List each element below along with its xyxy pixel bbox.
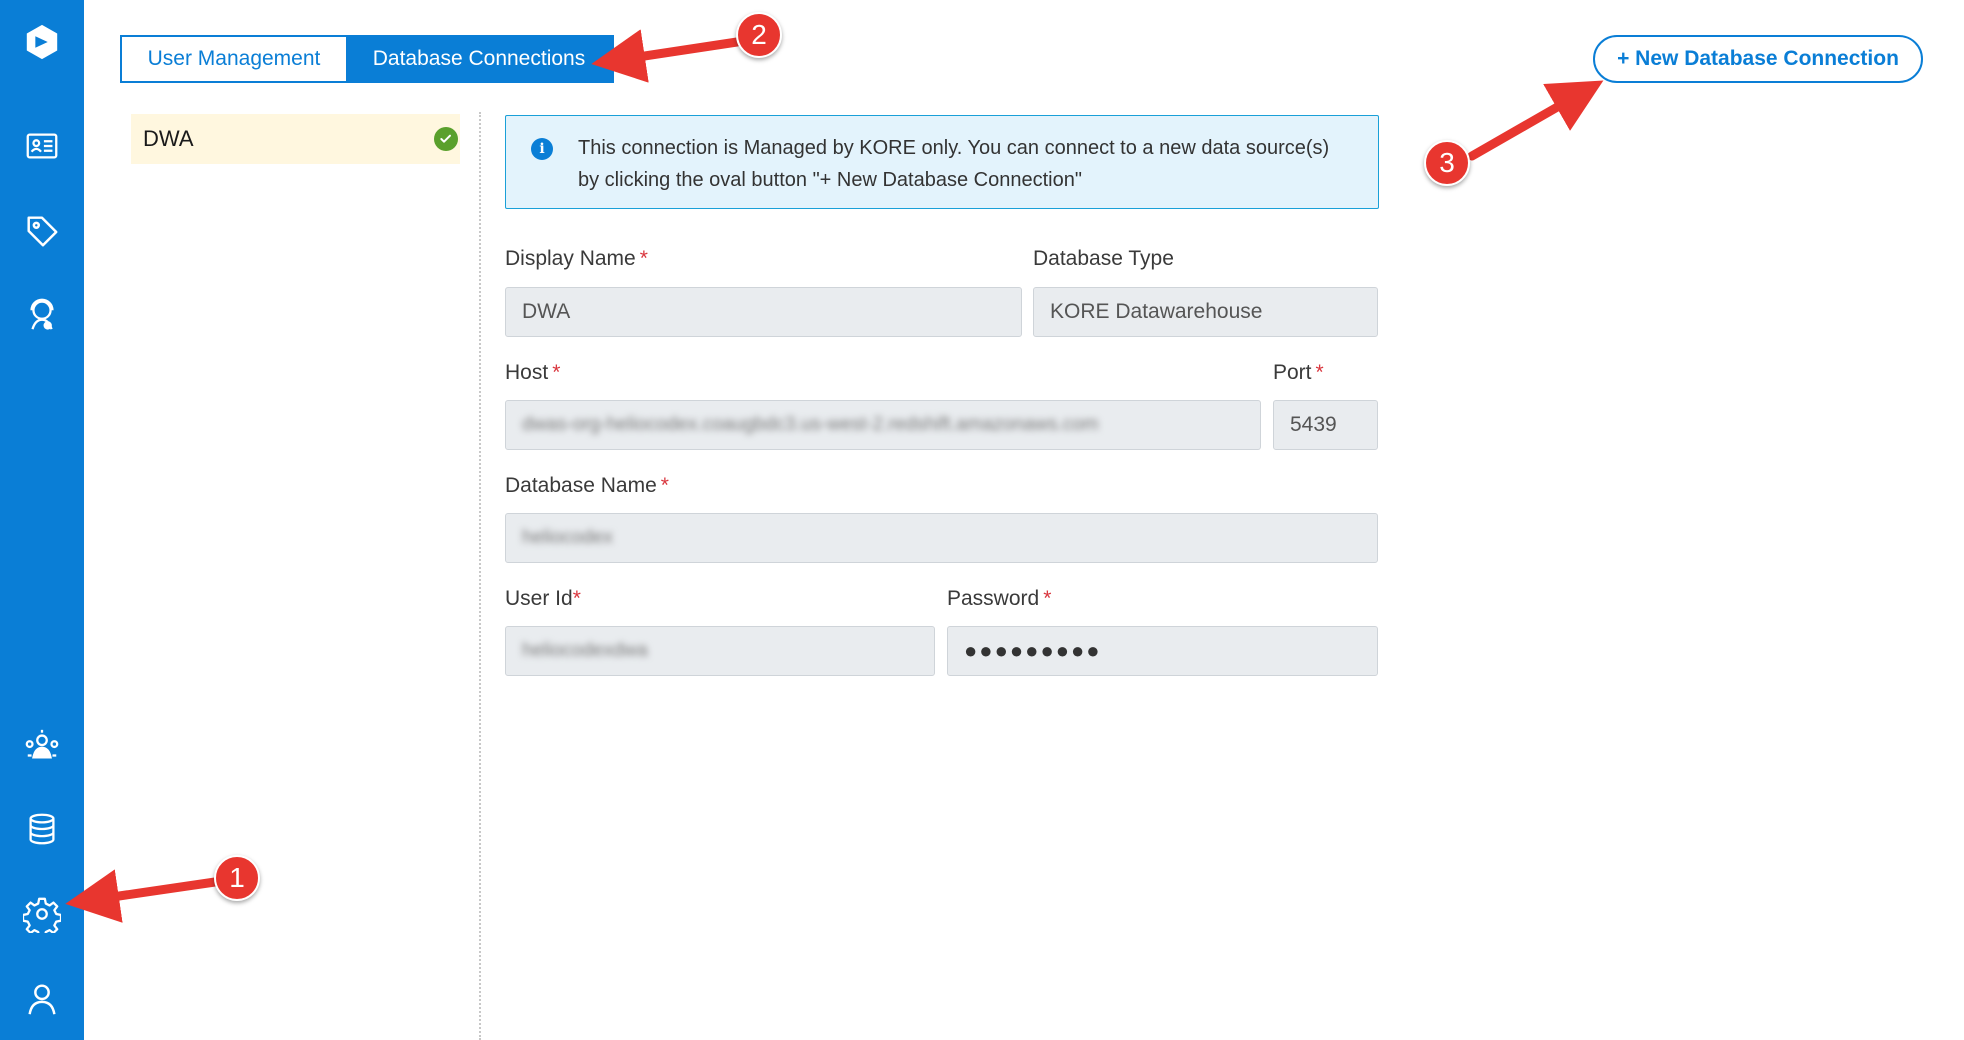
annotation-arrow-3 [1467,80,1604,161]
user-id-field[interactable]: heliocodexdwa [505,626,935,676]
user-icon[interactable] [18,975,66,1023]
display-name-label: Display Name * [505,247,648,270]
support-agent-icon[interactable] [18,290,66,338]
host-label: Host * [505,361,561,384]
contact-card-icon[interactable] [18,122,66,170]
gear-icon[interactable] [18,890,66,938]
annotation-arrow-2 [591,29,742,83]
tag-icon[interactable] [18,207,66,255]
database-type-label: Database Type [1033,247,1174,270]
logo-icon[interactable] [18,18,66,66]
tab-user-management[interactable]: User Management [122,37,346,81]
port-label: Port * [1273,361,1324,384]
sidebar [0,0,84,1040]
database-icon[interactable] [18,805,66,853]
annotation-arrow-1 [65,869,220,923]
panel-divider [479,112,481,1040]
database-name-field[interactable]: heliocodex [505,513,1378,563]
database-type-field[interactable]: KORE Datawarehouse [1033,287,1378,337]
annotation-badge-2: 2 [736,12,782,58]
password-field[interactable]: ●●●●●●●●● [947,626,1378,676]
annotation-badge-3: 3 [1424,140,1470,186]
tab-bar: User Management Database Connections [120,35,614,83]
host-field[interactable]: dwas-org-heliocodex.coaugbdc3.us-west-2.… [505,400,1261,450]
password-label: Password * [947,587,1052,610]
team-settings-icon[interactable] [18,722,66,770]
user-id-label: User Id* [505,587,581,610]
port-field[interactable]: 5439 [1273,400,1378,450]
new-database-connection-button[interactable]: + New Database Connection [1593,35,1923,83]
info-icon: i [531,138,553,160]
display-name-field[interactable]: DWA [505,287,1022,337]
check-circle-icon [434,127,458,151]
connection-name: DWA [143,126,194,151]
database-name-label: Database Name * [505,474,669,497]
logo-icon-graphic [26,24,58,60]
annotation-badge-1: 1 [214,855,260,901]
info-text: This connection is Managed by KORE only.… [578,137,1330,191]
tab-database-connections[interactable]: Database Connections [346,37,612,81]
info-banner: i This connection is Managed by KORE onl… [505,115,1379,209]
connection-list-item[interactable]: DWA [131,114,460,164]
